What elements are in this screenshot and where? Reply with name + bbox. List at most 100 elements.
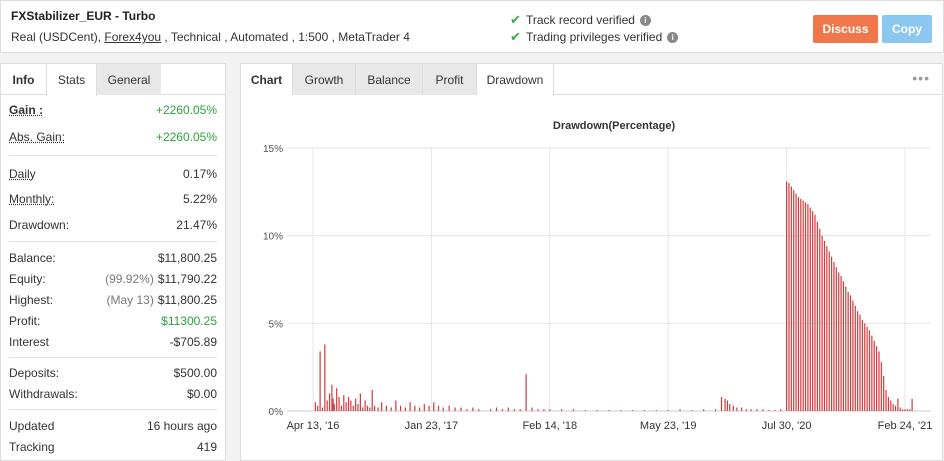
drawdown-bar xyxy=(355,398,357,411)
drawdown-bar xyxy=(423,403,425,411)
drawdown-bar xyxy=(875,346,878,411)
stat-equity: Equity: (99.92%) $11,790.22 xyxy=(9,269,217,289)
info-icon[interactable]: i xyxy=(639,14,651,26)
drawdown-bar xyxy=(314,402,316,411)
stat-profit: Profit: $11300.25 xyxy=(9,311,217,331)
stat-value: 419 xyxy=(196,440,217,454)
account-details-text: , Technical , Automated , 1:500 , MetaTr… xyxy=(161,30,410,44)
drawdown-bar xyxy=(537,409,539,411)
tab-stats[interactable]: Stats xyxy=(46,64,97,96)
drawdown-bar xyxy=(584,410,586,411)
check-icon: ✔ xyxy=(510,12,521,27)
stat-tracking: Tracking 419 xyxy=(9,437,217,457)
drawdown-bar xyxy=(821,235,823,411)
drawdown-bar xyxy=(371,389,373,411)
drawdown-bar xyxy=(373,405,376,411)
divider xyxy=(9,409,217,410)
drawdown-bar xyxy=(873,340,875,411)
x-tick-label: Jul 30, '20 xyxy=(762,420,812,432)
drawdown-bar xyxy=(899,407,901,411)
drawdown-bar xyxy=(390,407,392,411)
stat-label: Updated xyxy=(9,419,55,433)
tab-general[interactable]: General xyxy=(97,64,161,95)
drawdown-bar xyxy=(632,410,634,411)
drawdown-bar xyxy=(852,300,854,411)
drawdown-bar xyxy=(736,407,738,411)
drawdown-bar xyxy=(319,351,321,411)
drawdown-bar xyxy=(859,314,861,411)
drawdown-bar xyxy=(428,405,430,411)
divider xyxy=(9,357,217,358)
stat-label[interactable]: Daily xyxy=(9,167,36,181)
drawdown-bar xyxy=(911,398,913,411)
stat-label[interactable]: Gain : xyxy=(9,103,43,117)
drawdown-bar xyxy=(854,305,856,411)
info-icon[interactable]: i xyxy=(667,31,679,43)
discuss-button[interactable]: Discuss xyxy=(813,15,878,43)
drawdown-bar xyxy=(531,407,533,411)
drawdown-bar xyxy=(507,407,509,411)
broker-link[interactable]: Forex4you xyxy=(104,30,161,44)
tab-info[interactable]: Info xyxy=(1,64,46,95)
drawdown-bar xyxy=(362,407,364,411)
stat-drawdown: Drawdown: 21.47% xyxy=(9,215,217,235)
drawdown-bar xyxy=(343,395,345,411)
drawdown-bar xyxy=(369,407,371,411)
drawdown-bar xyxy=(385,405,388,411)
drawdown-bar xyxy=(835,267,837,411)
drawdown-bar xyxy=(679,409,681,411)
drawdown-bar xyxy=(802,200,804,411)
drawdown-bar xyxy=(756,409,758,411)
drawdown-bar xyxy=(340,405,343,411)
stat-label: Withdrawals: xyxy=(9,387,78,401)
drawdown-bar xyxy=(741,407,743,411)
stat-label: Deposits: xyxy=(9,366,60,380)
drawdown-bar xyxy=(826,246,828,411)
drawdown-bar xyxy=(720,396,723,411)
copy-button[interactable]: Copy xyxy=(882,15,932,43)
drawdown-bar xyxy=(804,202,807,411)
drawdown-chart: Drawdown(Percentage) 0% 5% 10% 15% Apr 13, '1… xyxy=(263,120,933,432)
drawdown-bar xyxy=(513,409,515,411)
drawdown-bar xyxy=(350,400,352,411)
stat-daily: Daily 0.17% xyxy=(9,164,217,184)
stat-interest: Interest -$705.89 xyxy=(9,332,217,352)
drawdown-bar xyxy=(830,256,833,411)
check-icon: ✔ xyxy=(510,29,521,44)
x-tick-label: Feb 24, '21 xyxy=(878,420,933,432)
y-tick-label: 15% xyxy=(263,144,283,155)
drawdown-bar xyxy=(732,405,734,411)
drawdown-bar xyxy=(437,405,440,411)
drawdown-bar xyxy=(797,197,800,411)
drawdown-bar xyxy=(620,410,622,411)
drawdown-bar xyxy=(596,410,598,411)
stat-value: $11,800.25 xyxy=(157,251,217,265)
drawdown-bar xyxy=(790,186,792,411)
drawdown-bar xyxy=(793,190,795,411)
stat-label: Highest: xyxy=(9,293,54,307)
account-type-text: Real (USDCent), xyxy=(11,30,105,44)
drawdown-bar xyxy=(501,409,504,411)
drawdown-bar xyxy=(726,400,728,411)
drawdown-bar xyxy=(762,409,764,411)
stat-value-group: (99.92%) $11,790.22 xyxy=(105,272,217,286)
drawdown-bar xyxy=(478,409,480,411)
stat-gain: Gain : +2260.05% xyxy=(9,100,217,120)
drawdown-bar xyxy=(906,409,908,411)
drawdown-bar xyxy=(448,405,450,411)
stat-value: +2260.05% xyxy=(155,103,217,117)
drawdown-bar xyxy=(833,261,835,411)
stat-label[interactable]: Abs. Gain: xyxy=(9,130,65,144)
stat-value: 21.47% xyxy=(176,218,217,232)
y-tick-label: 0% xyxy=(269,407,284,418)
drawdown-bar xyxy=(885,389,887,411)
drawdown-bar xyxy=(807,204,809,411)
drawdown-bar xyxy=(472,407,474,411)
stat-label[interactable]: Monthly: xyxy=(9,192,54,206)
drawdown-bar xyxy=(845,286,847,411)
drawdown-bar xyxy=(823,240,826,411)
track-record-text: Track record verified xyxy=(526,13,635,27)
drawdown-bar xyxy=(543,409,545,411)
stat-value: $11300.25 xyxy=(161,314,217,328)
drawdown-bar xyxy=(795,193,797,411)
